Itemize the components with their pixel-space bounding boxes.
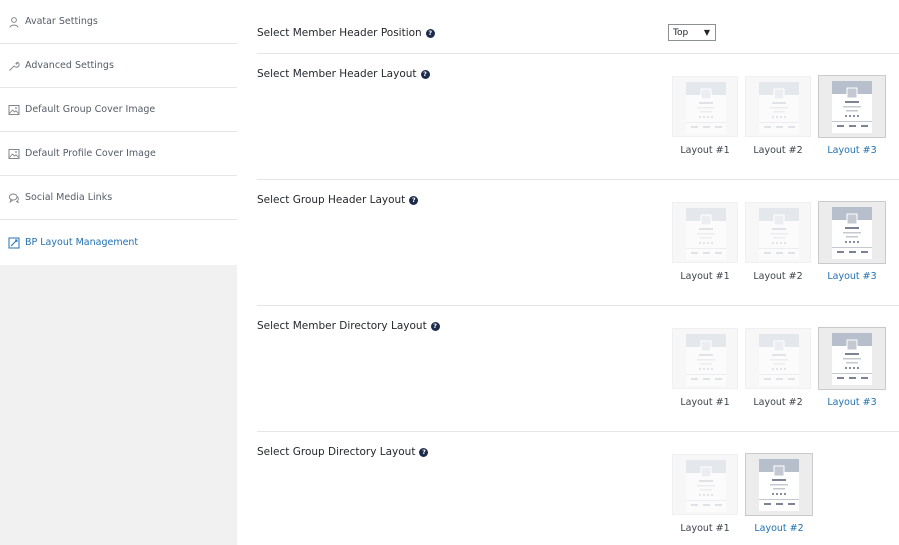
member-header-layout-3-thumb[interactable]: [818, 75, 886, 138]
group-directory-layout-2-thumb[interactable]: [745, 453, 813, 516]
divider: [257, 431, 899, 432]
divider: [257, 179, 899, 180]
group-header-layout-3-label[interactable]: Layout #3: [819, 271, 885, 282]
group-directory-layout-1-label[interactable]: Layout #1: [672, 523, 738, 534]
member-header-position-label: Select Member Header Position ?: [257, 27, 435, 39]
group-directory-layout-2-label[interactable]: Layout #2: [746, 523, 812, 534]
image-icon: [8, 148, 20, 160]
layout-preview-icon: [759, 459, 799, 511]
row-label-text: Select Group Header Layout: [257, 194, 406, 206]
sidebar-item-default-profile-cover[interactable]: Default Profile Cover Image: [0, 132, 237, 176]
layout-preview-icon: [759, 82, 799, 134]
dropdown-arrow-icon: ▼: [703, 28, 710, 37]
member-header-layout-1-label[interactable]: Layout #1: [672, 145, 738, 156]
help-icon[interactable]: ?: [430, 321, 440, 331]
group-header-layout-1-label[interactable]: Layout #1: [672, 271, 738, 282]
layout-preview-icon: [759, 334, 799, 386]
layout-preview-icon: [686, 82, 726, 134]
layout-preview-icon: [686, 334, 726, 386]
layout-edit-icon: [8, 237, 20, 249]
group-header-layout-label: Select Group Header Layout ?: [257, 194, 419, 206]
settings-sidebar: Avatar Settings Advanced Settings Defaul…: [0, 0, 237, 545]
layout-preview-icon: [686, 208, 726, 260]
sidebar-item-label: BP Layout Management: [25, 237, 139, 248]
sidebar-item-label: Social Media Links: [25, 192, 113, 203]
row-label-text: Select Group Directory Layout: [257, 446, 416, 458]
group-header-layout-3-thumb[interactable]: [818, 201, 886, 264]
sidebar-item-default-group-cover[interactable]: Default Group Cover Image: [0, 88, 237, 132]
help-icon[interactable]: ?: [425, 28, 435, 38]
sidebar-item-label: Default Profile Cover Image: [25, 148, 156, 159]
member-header-position-select[interactable]: Top ▼: [668, 24, 716, 41]
help-icon[interactable]: ?: [409, 195, 419, 205]
member-header-layout-1-thumb[interactable]: [672, 76, 738, 137]
member-header-layout-2-thumb[interactable]: [745, 76, 811, 137]
member-directory-layout-1-label[interactable]: Layout #1: [672, 397, 738, 408]
member-header-layout-2-label[interactable]: Layout #2: [745, 145, 811, 156]
group-header-layout-2-label[interactable]: Layout #2: [745, 271, 811, 282]
help-icon[interactable]: ?: [420, 69, 430, 79]
member-header-layout-label: Select Member Header Layout ?: [257, 68, 430, 80]
layout-preview-icon: [832, 207, 872, 259]
sidebar-item-label: Advanced Settings: [25, 60, 114, 71]
sidebar-item-label: Avatar Settings: [25, 16, 98, 27]
group-header-layout-1-thumb[interactable]: [672, 202, 738, 263]
member-directory-layout-2-thumb[interactable]: [745, 328, 811, 389]
member-directory-layout-label: Select Member Directory Layout ?: [257, 320, 440, 332]
row-label-text: Select Member Header Position: [257, 27, 422, 39]
select-value: Top: [673, 27, 689, 38]
layout-preview-icon: [686, 460, 726, 512]
user-icon: [8, 16, 20, 28]
member-header-layout-3-label[interactable]: Layout #3: [819, 145, 885, 156]
member-directory-layout-3-thumb[interactable]: [818, 327, 886, 390]
sidebar-item-bp-layout-management[interactable]: BP Layout Management: [0, 220, 237, 265]
row-label-text: Select Member Header Layout: [257, 68, 417, 80]
image-icon: [8, 104, 20, 116]
layout-preview-icon: [832, 333, 872, 385]
sidebar-item-label: Default Group Cover Image: [25, 104, 156, 115]
divider: [257, 305, 899, 306]
layout-preview-icon: [759, 208, 799, 260]
group-directory-layout-1-thumb[interactable]: [672, 454, 738, 515]
sidebar-item-avatar-settings[interactable]: Avatar Settings: [0, 0, 237, 44]
layout-preview-icon: [832, 81, 872, 133]
sidebar-item-advanced-settings[interactable]: Advanced Settings: [0, 44, 237, 88]
sidebar-item-social-media-links[interactable]: Social Media Links: [0, 176, 237, 220]
layout-settings-panel: Select Member Header Position ? Top ▼ Se…: [237, 0, 899, 545]
group-header-layout-2-thumb[interactable]: [745, 202, 811, 263]
group-directory-layout-label: Select Group Directory Layout ?: [257, 446, 429, 458]
divider: [257, 53, 899, 54]
wrench-icon: [8, 60, 20, 72]
member-directory-layout-1-thumb[interactable]: [672, 328, 738, 389]
member-directory-layout-2-label[interactable]: Layout #2: [745, 397, 811, 408]
help-icon[interactable]: ?: [419, 447, 429, 457]
chat-bubble-icon: [8, 192, 20, 204]
member-directory-layout-3-label[interactable]: Layout #3: [819, 397, 885, 408]
row-label-text: Select Member Directory Layout: [257, 320, 427, 332]
